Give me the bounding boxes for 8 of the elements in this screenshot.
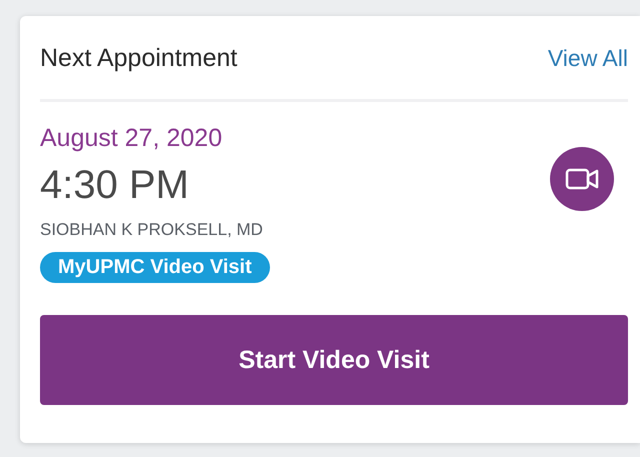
appointment-date: August 27, 2020 [40, 124, 224, 153]
appointment-time: 4:30 PM [40, 163, 190, 208]
video-camera-icon[interactable] [550, 146, 614, 210]
view-all-link[interactable]: View All [548, 45, 628, 72]
provider-name: SIOBHAN K PROKSELL, MD [40, 220, 264, 240]
visit-type-badge: MyUPMC Video Visit [40, 252, 270, 283]
start-video-visit-button[interactable]: Start Video Visit [40, 315, 628, 405]
card-title: Next Appointment [40, 44, 238, 73]
